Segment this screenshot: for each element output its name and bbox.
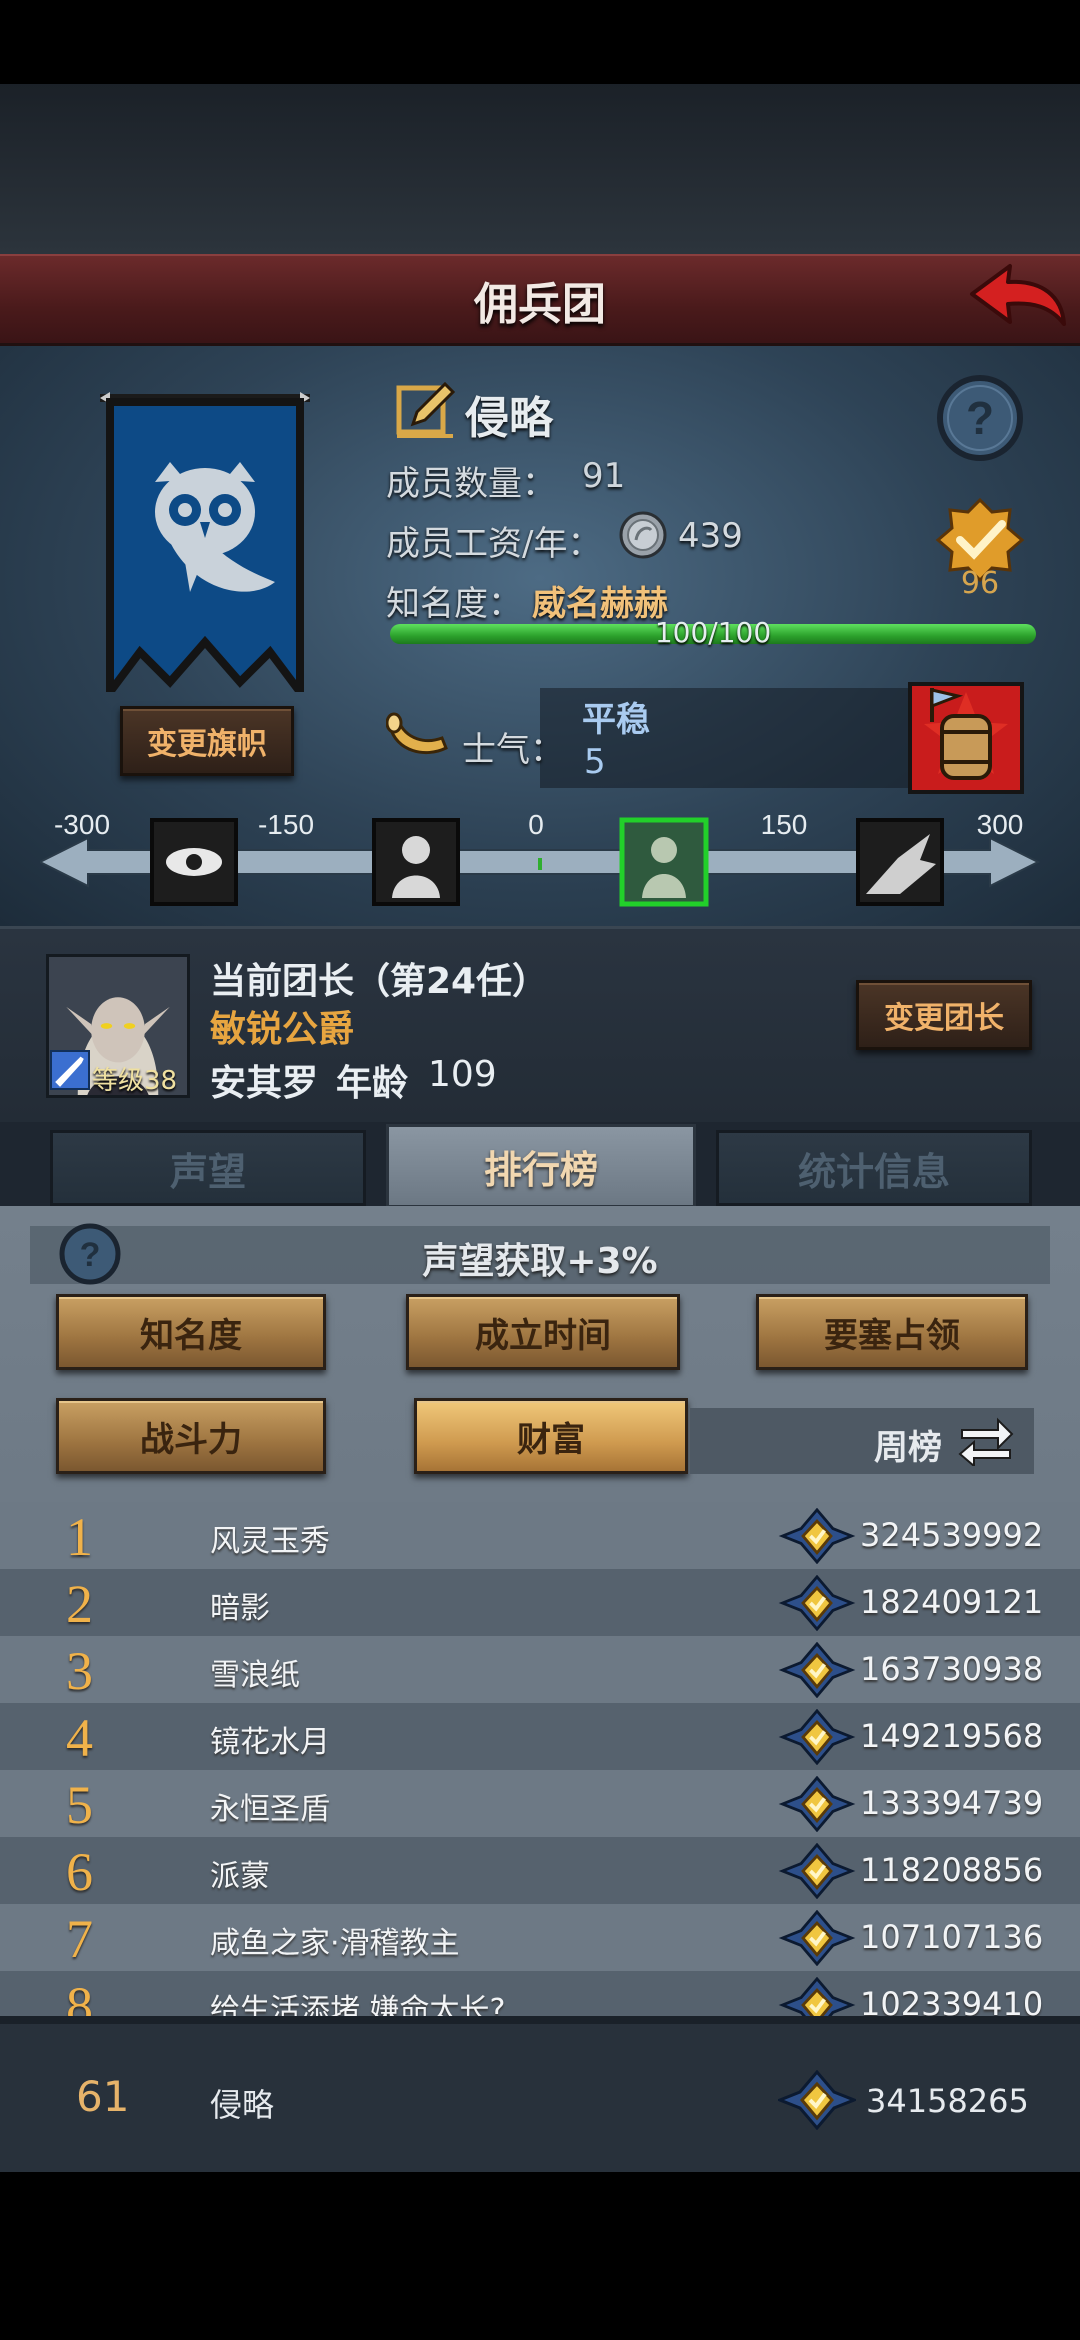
scale-tick-label: -300 bbox=[54, 809, 110, 840]
self-rank: 61 bbox=[76, 2072, 130, 2121]
ranking-position: 3 bbox=[66, 1641, 93, 1701]
tab-leaderboard[interactable]: 排行榜 bbox=[386, 1124, 696, 1208]
ranking-row[interactable]: 8 给生活添堵,嫌命太长? 102339410 bbox=[0, 1971, 1080, 2022]
top-background bbox=[0, 84, 1080, 254]
wealth-gem-icon bbox=[778, 1843, 856, 1899]
war-horn-icon bbox=[386, 712, 448, 755]
tab-statistics[interactable]: 统计信息 bbox=[716, 1130, 1032, 1206]
scale-tick-label: 150 bbox=[761, 809, 808, 840]
swap-arrows-icon[interactable] bbox=[958, 1414, 1014, 1466]
guild-name-cell: 暗影 bbox=[210, 1591, 270, 1626]
self-value: 34158265 bbox=[866, 2082, 1029, 2120]
guild-name-cell: 雪浪纸 bbox=[210, 1658, 300, 1693]
category-fortress-button[interactable]: 要塞占领 bbox=[756, 1294, 1028, 1370]
category-fame-button[interactable]: 知名度 bbox=[56, 1294, 326, 1370]
ranking-row[interactable]: 5 永恒圣盾 133394739 bbox=[0, 1770, 1080, 1838]
ranking-position: 8 bbox=[66, 1976, 93, 2022]
silver-coin-icon bbox=[619, 511, 667, 559]
members-label: 成员数量： bbox=[386, 464, 556, 504]
category-power-button[interactable]: 战斗力 bbox=[56, 1398, 326, 1474]
members-value: 91 bbox=[582, 456, 626, 496]
salary-label: 成员工资/年： bbox=[386, 524, 602, 564]
status-bar-area bbox=[0, 0, 1080, 84]
category-founded-button[interactable]: 成立时间 bbox=[406, 1294, 680, 1370]
ranking-row[interactable]: 1 风灵玉秀 324539992 bbox=[0, 1502, 1080, 1570]
leader-name: 安其罗 bbox=[210, 1063, 319, 1104]
page-title: 佣兵团 bbox=[474, 279, 606, 330]
medal-value: 96 bbox=[960, 566, 1000, 601]
supply-barrel-icon[interactable] bbox=[908, 682, 1024, 794]
back-arrow-icon[interactable] bbox=[962, 258, 1072, 338]
wealth-value-cell: 182409121 bbox=[860, 1583, 1044, 1621]
ranking-row[interactable]: 3 雪浪纸 163730938 bbox=[0, 1636, 1080, 1704]
bottom-bar-area bbox=[0, 2172, 1080, 2340]
ranking-position: 2 bbox=[66, 1574, 93, 1634]
edit-pencil-icon[interactable] bbox=[395, 380, 457, 442]
wealth-value-cell: 149219568 bbox=[860, 1717, 1044, 1755]
sword-class-icon bbox=[50, 1050, 90, 1090]
scale-tick-label: 0 bbox=[528, 809, 544, 840]
wealth-gem-icon bbox=[778, 1776, 856, 1832]
change-flag-button[interactable]: 变更旗帜 bbox=[120, 706, 294, 776]
wealth-gem-icon bbox=[778, 2070, 856, 2130]
eye-icon bbox=[150, 818, 238, 906]
category-wealth-button[interactable]: 财富 bbox=[414, 1398, 688, 1474]
wealth-gem-icon bbox=[778, 1709, 856, 1765]
wealth-gem-icon bbox=[778, 1508, 856, 1564]
leader-level: 等级38 bbox=[92, 1066, 178, 1096]
wealth-value-cell: 324539992 bbox=[860, 1516, 1044, 1554]
morale-state: 平稳 bbox=[582, 700, 650, 740]
leader-title: 当前团长（第24任） bbox=[210, 961, 549, 1002]
guild-banner-owl-icon bbox=[100, 392, 310, 692]
fearful-figure-icon bbox=[372, 818, 460, 906]
guild-name-cell: 永恒圣盾 bbox=[210, 1792, 330, 1827]
scale-tick-label: -150 bbox=[258, 809, 314, 840]
ranking-position: 4 bbox=[66, 1708, 93, 1768]
ranking-position: 5 bbox=[66, 1775, 93, 1835]
ranking-row[interactable]: 6 派蒙 118208856 bbox=[0, 1837, 1080, 1905]
guild-name-cell: 风灵玉秀 bbox=[210, 1524, 330, 1559]
reputation-bonus-text: 声望获取+3% bbox=[422, 1241, 658, 1282]
guild-name-cell: 镜花水月 bbox=[210, 1725, 330, 1760]
wealth-gem-icon bbox=[778, 1642, 856, 1698]
calm-figure-icon bbox=[619, 817, 709, 907]
change-leader-button[interactable]: 变更团长 bbox=[856, 980, 1032, 1050]
salary-value: 439 bbox=[678, 516, 743, 556]
ranking-position: 7 bbox=[66, 1909, 93, 1969]
guild-name: 侵略 bbox=[465, 393, 553, 444]
wealth-gem-icon bbox=[778, 1575, 856, 1631]
leader-rank: 敏锐公爵 bbox=[210, 1009, 355, 1050]
leader-age-label: 年龄 bbox=[336, 1063, 409, 1104]
wealth-gem-icon bbox=[778, 1910, 856, 1966]
ranking-row[interactable]: 7 咸鱼之家·滑稽教主 107107136 bbox=[0, 1904, 1080, 1972]
period-label: 周榜 bbox=[874, 1428, 942, 1468]
ranking-position: 6 bbox=[66, 1842, 93, 1902]
ranking-list[interactable]: 1 风灵玉秀 324539992 2 暗影 182409121 3 雪浪纸 163730938 4… bbox=[0, 1502, 1080, 2022]
ranking-position: 1 bbox=[66, 1507, 93, 1567]
scale-tick-label: 300 bbox=[977, 809, 1024, 840]
ranking-row[interactable]: 2 暗影 182409121 bbox=[0, 1569, 1080, 1637]
tab-reputation[interactable]: 声望 bbox=[50, 1130, 366, 1206]
wealth-value-cell: 118208856 bbox=[860, 1851, 1044, 1889]
charging-warrior-icon bbox=[856, 818, 944, 906]
morale-value: 5 bbox=[584, 742, 606, 782]
guild-name-cell: 咸鱼之家·滑稽教主 bbox=[210, 1926, 460, 1961]
guild-name-cell: 派蒙 bbox=[210, 1859, 270, 1894]
svg-text:?: ? bbox=[966, 392, 994, 444]
self-name: 侵略 bbox=[210, 2086, 275, 2124]
wealth-value-cell: 107107136 bbox=[860, 1918, 1044, 1956]
help-question-icon[interactable]: ? bbox=[934, 372, 1026, 464]
leader-age: 109 bbox=[428, 1054, 497, 1095]
fame-progress-text: 100/100 bbox=[654, 616, 772, 649]
wealth-value-cell: 133394739 bbox=[860, 1784, 1044, 1822]
divider bbox=[0, 2016, 1080, 2024]
wealth-value-cell: 163730938 bbox=[860, 1650, 1044, 1688]
morale-label: 士气： bbox=[462, 730, 564, 770]
ranking-row[interactable]: 4 镜花水月 149219568 bbox=[0, 1703, 1080, 1771]
morale-scale: -300 -150 0 150 300 bbox=[40, 809, 1040, 907]
